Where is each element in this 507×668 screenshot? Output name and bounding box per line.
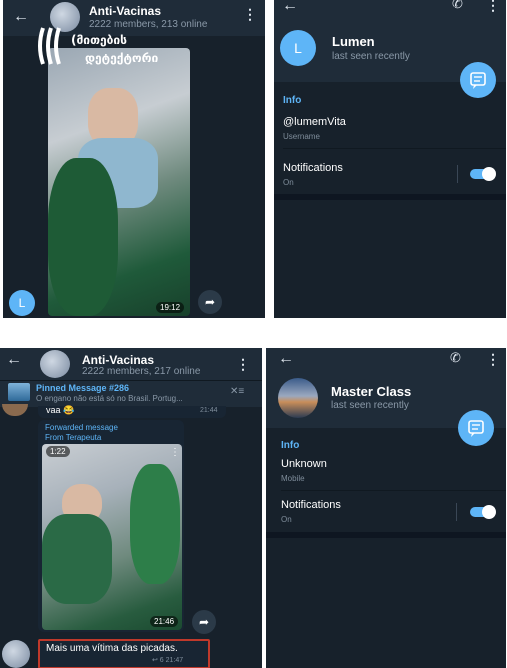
sender-avatar[interactable]	[2, 404, 28, 416]
share-icon[interactable]: ➦	[192, 610, 216, 634]
unpin-icon[interactable]: ✕≡	[230, 386, 244, 397]
previous-message-time: 21:44	[200, 407, 218, 414]
username-caption: Username	[283, 132, 320, 141]
chat-title: Anti-Vacinas	[89, 4, 162, 18]
toggle-separator	[456, 503, 457, 521]
patient-blanket	[42, 514, 112, 604]
phone-caption: Mobile	[281, 474, 305, 483]
notifications-label: Notifications	[281, 499, 341, 511]
chat-title: Anti-Vacinas	[82, 353, 155, 367]
profile-status: last seen recently	[332, 51, 410, 62]
sender-avatar[interactable]	[2, 640, 30, 668]
video-menu-icon[interactable]: ⋮	[170, 447, 180, 458]
phone-icon[interactable]: ✆	[452, 0, 463, 12]
svg-text:დეტექტორი: დეტექტორი	[85, 51, 158, 65]
previous-message-text: vaa 😂	[46, 405, 75, 415]
info-label: Info	[283, 95, 302, 106]
message-fab[interactable]	[458, 410, 494, 446]
pinned-thumbnail	[8, 383, 30, 401]
video-duration: 1:22	[46, 446, 70, 457]
divider	[283, 148, 506, 149]
svg-text:(მითების: (მითების	[71, 33, 127, 47]
info-label: Info	[281, 440, 300, 451]
profile-status: last seen recently	[331, 400, 409, 411]
message-text: Mais uma vítima das picadas.	[46, 643, 178, 654]
back-arrow-icon[interactable]: ←	[282, 0, 298, 15]
video-message[interactable]: 19:12	[48, 48, 190, 316]
watermark-logo: (მითების დეტექტორი	[37, 22, 207, 70]
message-fab[interactable]	[460, 62, 496, 98]
video-message[interactable]: 1:22 ⋮ 21:46	[42, 444, 182, 630]
divider	[281, 490, 506, 491]
message-meta: ↩ 6 21:47	[152, 657, 184, 664]
profile-panel-master-class: ← ✆ ⋮ Master Class last seen recently In…	[266, 348, 506, 668]
phone-icon[interactable]: ✆	[450, 350, 461, 366]
notifications-label: Notifications	[283, 162, 343, 174]
group-avatar[interactable]	[40, 350, 70, 378]
pinned-title: Pinned Message #286	[36, 383, 130, 393]
profile-panel-lumen: ← ✆ ⋮ L Lumen last seen recently Info @l…	[274, 0, 506, 318]
message-icon	[468, 420, 484, 437]
forwarded-label: Forwarded message	[45, 423, 118, 432]
chat-subtitle: 2222 members, 217 online	[82, 366, 201, 377]
back-arrow-icon[interactable]: ←	[278, 350, 294, 368]
notifications-toggle[interactable]	[470, 167, 496, 181]
message-icon	[470, 72, 486, 89]
username-value[interactable]: @lumemVita	[283, 116, 346, 128]
menu-dots-icon[interactable]: ⋮	[236, 357, 250, 371]
video-time: 21:46	[150, 616, 179, 627]
toggle-separator	[457, 165, 458, 183]
menu-dots-icon[interactable]: ⋮	[486, 0, 500, 12]
notifications-state: On	[281, 515, 292, 524]
share-icon[interactable]: ➦	[198, 290, 222, 314]
back-arrow-icon[interactable]: ←	[6, 351, 22, 369]
pinned-text: O engano não está só no Brasil. Portug..…	[36, 394, 183, 403]
notifications-state: On	[283, 178, 294, 187]
user-avatar[interactable]: L	[9, 290, 35, 316]
section-divider	[274, 194, 506, 200]
back-arrow-icon[interactable]: ←	[13, 8, 29, 26]
menu-dots-icon[interactable]: ⋮	[243, 7, 257, 21]
forwarded-from[interactable]: From Terapeuta	[45, 433, 101, 442]
chat-panel-anti-vacinas-1: ← Anti-Vacinas 2222 members, 213 online …	[3, 0, 265, 318]
profile-name: Lumen	[332, 34, 375, 49]
notifications-toggle[interactable]	[470, 505, 496, 519]
menu-dots-icon[interactable]: ⋮	[486, 352, 500, 366]
nurse-figure	[130, 464, 180, 584]
section-divider	[266, 532, 506, 538]
profile-avatar	[278, 378, 318, 418]
video-time: 19:12	[156, 302, 185, 313]
profile-name: Master Class	[331, 384, 412, 399]
phone-value: Unknown	[281, 458, 327, 470]
chat-panel-anti-vacinas-2: ← Anti-Vacinas 2222 members, 217 online …	[0, 348, 262, 668]
nurse-figure	[48, 158, 118, 316]
profile-avatar: L	[280, 30, 316, 66]
